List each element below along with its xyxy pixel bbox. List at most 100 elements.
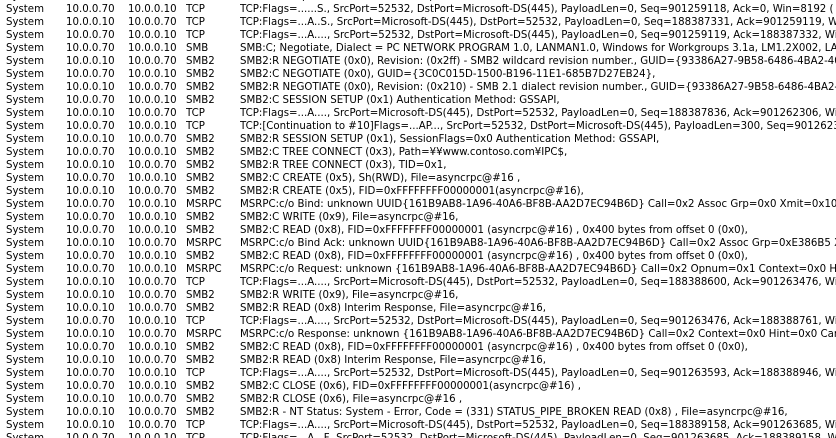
frame-row[interactable]: System 10.0.0.10 10.0.0.70 TCP TCP:Flags=...… xyxy=(0,107,836,120)
source-cell: System xyxy=(6,173,44,184)
destination-address-cell: 10.0.0.10 xyxy=(128,432,186,438)
source-cell: System xyxy=(6,56,44,67)
frame-row[interactable]: System 10.0.0.70 10.0.0.10 TCP TCP:[Continua… xyxy=(0,120,836,133)
frame-row[interactable]: System10.0.0.7010.0.0.10TCPTCP:Flags=...… xyxy=(0,432,836,438)
frame-row[interactable]: System 10.0.0.10 10.0.0.70 SMB2 SMB2:R CREAT… xyxy=(0,185,836,198)
frame-row[interactable]: System 10.0.0.10 10.0.0.70 SMB2 SMB2:R READ … xyxy=(0,354,836,367)
source-address-cell: 10.0.0.70 xyxy=(66,342,115,353)
frame-row[interactable]: System 10.0.0.10 10.0.0.70 SMB2 SMB2:R NEGOT… xyxy=(0,81,836,94)
frame-row[interactable]: System 10.0.0.70 10.0.0.10 SMB2 SMB2:C READ … xyxy=(0,341,836,354)
destination-address-cell: 10.0.0.10 xyxy=(128,43,177,54)
source-address-cell: 10.0.0.70 xyxy=(66,225,115,236)
description-cell: TCP:Flags=...A..S., SrcPort=Microsoft-DS… xyxy=(240,17,836,28)
destination-address-cell: 10.0.0.10 xyxy=(128,69,177,80)
source-cell: System xyxy=(6,147,44,158)
frame-row[interactable]: System 10.0.0.70 10.0.0.10 SMB2 SMB2:C NEGOT… xyxy=(0,68,836,81)
frame-row[interactable]: System 10.0.0.70 10.0.0.10 SMB2 SMB2:C CREAT… xyxy=(0,172,836,185)
frame-row[interactable]: System 10.0.0.10 10.0.0.70 TCP TCP:Flags=...… xyxy=(0,276,836,289)
source-address-cell: 10.0.0.70 xyxy=(66,251,115,262)
protocol-name-cell: MSRPC xyxy=(186,329,222,340)
source-address-cell: 10.0.0.70 xyxy=(66,173,115,184)
destination-address-cell: 10.0.0.70 xyxy=(128,420,177,431)
destination-address-cell: 10.0.0.70 xyxy=(128,186,177,197)
destination-address-cell: 10.0.0.10 xyxy=(128,212,177,223)
frame-row[interactable]: System 10.0.0.10 10.0.0.70 MSRPC MSRPC:c/o B… xyxy=(0,237,836,250)
frame-row[interactable]: System 10.0.0.10 10.0.0.70 SMB2 SMB2:R NEGOT… xyxy=(0,55,836,68)
description-cell: SMB2:R CREATE (0x5), FID=0xFFFFFFFF00000… xyxy=(240,186,584,197)
destination-address-cell: 10.0.0.10 xyxy=(128,381,177,392)
source-cell: System xyxy=(6,69,44,80)
frame-row[interactable]: System 10.0.0.70 10.0.0.10 SMB2 SMB2:C WRITE… xyxy=(0,211,836,224)
protocol-name-cell: SMB2 xyxy=(186,407,215,418)
destination-address-cell: 10.0.0.10 xyxy=(128,368,177,379)
source-address-cell: 10.0.0.10 xyxy=(66,238,115,249)
description-cell: SMB2:R NEGOTIATE (0x0), Revision: (0x2ff… xyxy=(240,56,836,67)
description-cell: SMB:C; Negotiate, Dialect = PC NETWORK P… xyxy=(240,43,836,54)
protocol-name-cell: SMB2 xyxy=(186,186,215,197)
protocol-name-cell: SMB2 xyxy=(186,290,215,301)
frame-row[interactable]: System10.0.0.7010.0.0.10TCPTCP:Flags=...… xyxy=(0,29,836,42)
description-cell: MSRPC:c/o Bind Ack: unknown UUID{161B9AB… xyxy=(240,238,836,249)
protocol-name-cell: SMB2 xyxy=(186,225,215,236)
source-address-cell: 10.0.0.10 xyxy=(66,56,115,67)
description-cell: TCP:Flags=...A...F, SrcPort=52532, DstPo… xyxy=(240,432,836,438)
destination-address-cell: 10.0.0.70 xyxy=(128,355,177,366)
description-cell: SMB2:C READ (0x8), FID=0xFFFFFFFF0000000… xyxy=(240,342,748,353)
description-cell: SMB2:C READ (0x8), FID=0xFFFFFFFF0000000… xyxy=(240,225,748,236)
source-address-cell: 10.0.0.70 xyxy=(66,147,115,158)
frame-row[interactable]: System10.0.0.7010.0.0.10TCPTCP:Flags=...… xyxy=(0,3,836,16)
source-cell: System xyxy=(6,30,44,41)
protocol-name-cell: SMB2 xyxy=(186,69,215,80)
frame-row[interactable]: System 10.0.0.70 10.0.0.10 SMB2 SMB2:C READ … xyxy=(0,250,836,263)
protocol-name-cell: SMB2 xyxy=(186,394,215,405)
protocol-name-cell: TCP xyxy=(186,316,205,327)
source-address-cell: 10.0.0.70 xyxy=(66,30,115,41)
protocol-name-cell: SMB2 xyxy=(186,147,215,158)
description-cell: MSRPC:c/o Response: unknown {161B9AB8-1A… xyxy=(240,329,836,340)
frame-row[interactable]: System 10.0.0.10 10.0.0.70 SMB2 SMB2:R CLOSE… xyxy=(0,393,836,406)
frame-row[interactable]: System 10.0.0.70 10.0.0.10 SMB2 SMB2:C SESSI… xyxy=(0,94,836,107)
frame-row[interactable]: System 10.0.0.70 10.0.0.10 MSRPC MSRPC:c/o R… xyxy=(0,263,836,276)
protocol-name-cell: TCP xyxy=(186,432,238,438)
frame-row[interactable]: System 10.0.0.70 10.0.0.10 SMB SMB:C; Negoti… xyxy=(0,42,836,55)
frame-row[interactable]: System10.0.0.7010.0.0.10TCPTCP:Flags=...… xyxy=(0,315,836,328)
protocol-name-cell: SMB2 xyxy=(186,173,215,184)
destination-address-cell: 10.0.0.70 xyxy=(128,134,177,145)
source-address-cell: 10.0.0.70 xyxy=(66,95,115,106)
frame-row[interactable]: System10.0.0.7010.0.0.10TCPTCP:Flags=...… xyxy=(0,367,836,380)
description-cell: SMB2:C READ (0x8), FID=0xFFFFFFFF0000000… xyxy=(240,251,748,262)
protocol-name-cell: SMB2 xyxy=(186,251,215,262)
destination-address-cell: 10.0.0.10 xyxy=(128,147,177,158)
destination-address-cell: 10.0.0.10 xyxy=(128,225,177,236)
frame-row[interactable]: System 10.0.0.10 10.0.0.70 SMB2 SMB2:R WRITE… xyxy=(0,289,836,302)
source-cell: System xyxy=(6,381,44,392)
frame-row[interactable]: System 10.0.0.10 10.0.0.70 SMB2 SMB2:R - NT … xyxy=(0,406,836,419)
frame-row[interactable]: System 10.0.0.10 10.0.0.70 SMB2 SMB2:R READ … xyxy=(0,302,836,315)
source-cell: System xyxy=(6,108,44,119)
frame-row[interactable]: System 10.0.0.10 10.0.0.70 MSRPC MSRPC:c/o R… xyxy=(0,328,836,341)
destination-address-cell: 10.0.0.70 xyxy=(128,82,177,93)
frame-row[interactable]: System 10.0.0.70 10.0.0.10 SMB2 SMB2:C READ … xyxy=(0,224,836,237)
protocol-name-cell: SMB2 xyxy=(186,134,215,145)
source-cell: System xyxy=(6,238,44,249)
source-address-cell: 10.0.0.10 xyxy=(66,82,115,93)
description-cell: MSRPC:c/o Bind: unknown UUID{161B9AB8-1A… xyxy=(240,199,836,210)
frame-row[interactable]: System 10.0.0.70 10.0.0.10 SMB2 SMB2:C TREE … xyxy=(0,146,836,159)
frame-row[interactable]: System 10.0.0.70 10.0.0.10 SMB2 SMB2:C CLOSE… xyxy=(0,380,836,393)
source-address-cell: 10.0.0.70 xyxy=(66,316,115,327)
frame-row[interactable]: System 10.0.0.10 10.0.0.70 SMB2 SMB2:R SESSI… xyxy=(0,133,836,146)
source-cell: System xyxy=(6,264,44,275)
frame-row[interactable]: System 10.0.0.10 10.0.0.70 TCP TCP:Flags=...… xyxy=(0,419,836,432)
source-cell: System xyxy=(6,432,64,438)
source-address-cell: 10.0.0.70 xyxy=(66,43,115,54)
source-address-cell: 10.0.0.10 xyxy=(66,17,115,28)
frame-row[interactable]: System 10.0.0.10 10.0.0.70 SMB2 SMB2:R TREE … xyxy=(0,159,836,172)
protocol-name-cell: SMB2 xyxy=(186,56,215,67)
source-address-cell: 10.0.0.70 xyxy=(66,199,115,210)
description-cell: SMB2:R SESSION SETUP (0x1), SessionFlags… xyxy=(240,134,660,145)
protocol-name-cell: MSRPC xyxy=(186,199,222,210)
source-cell: System xyxy=(6,121,44,132)
description-cell: SMB2:C WRITE (0x9), File=asyncrpc@#16, xyxy=(240,212,459,223)
frame-row[interactable]: System 10.0.0.70 10.0.0.10 MSRPC MSRPC:c/o B… xyxy=(0,198,836,211)
frame-row[interactable]: System 10.0.0.10 10.0.0.70 TCP TCP:Flags=...… xyxy=(0,16,836,29)
